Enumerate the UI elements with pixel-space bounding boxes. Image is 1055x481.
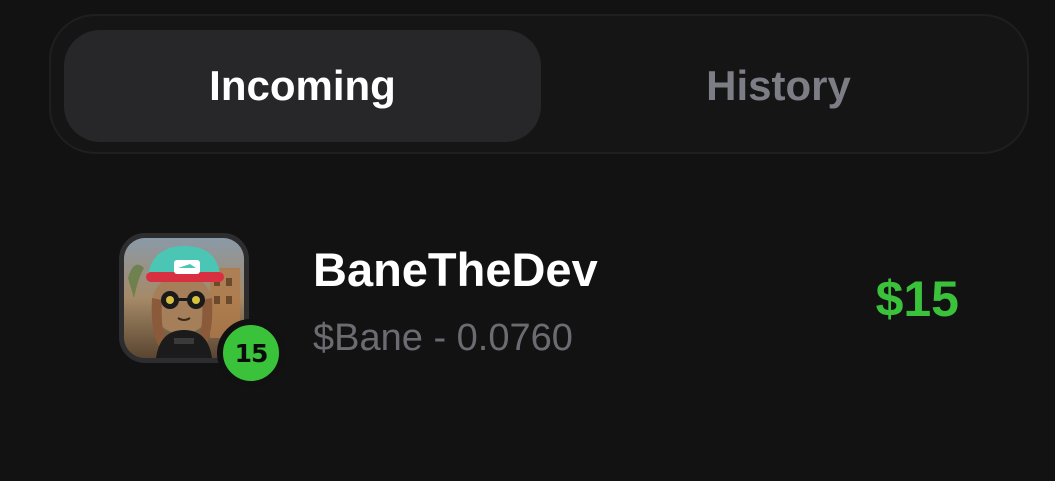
tab-history[interactable]: History — [541, 30, 1016, 142]
tab-incoming-label: Incoming — [209, 62, 396, 109]
level-badge: 15 — [217, 319, 285, 387]
token-info: $Bane - 0.0760 — [313, 317, 573, 359]
tab-history-label: History — [706, 62, 851, 109]
incoming-list-item[interactable]: 15 BaneTheDev $Bane - 0.0760 $15 — [0, 220, 1055, 400]
tab-bar: Incoming History — [49, 14, 1029, 154]
tab-incoming[interactable]: Incoming — [64, 30, 541, 142]
level-badge-value: 15 — [234, 338, 269, 368]
amount-value: $15 — [875, 271, 959, 327]
avatar-container: 15 — [119, 233, 285, 387]
user-name: BaneTheDev — [313, 243, 598, 296]
